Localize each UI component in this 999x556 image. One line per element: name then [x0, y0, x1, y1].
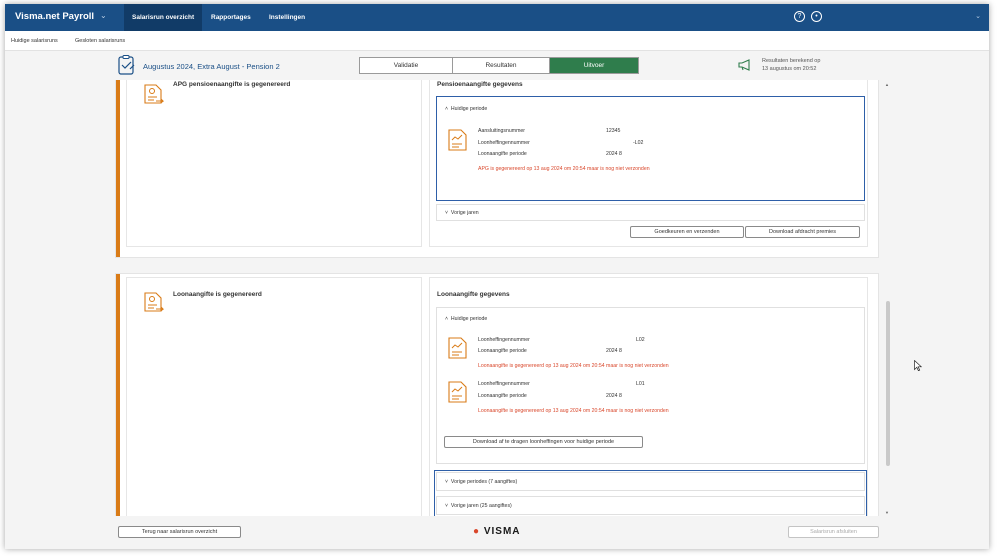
loonaangifte-current-head-label: Huidige periode	[450, 316, 488, 322]
megaphone-icon	[738, 59, 750, 71]
previous-periods-label: Vorige periodes (7 aangiftes)	[450, 479, 518, 485]
apg-current-head-label: Huidige periode	[450, 106, 488, 112]
previous-years-label: Vorige jaren (25 aangiftes)	[450, 503, 512, 509]
apg-current-period: ˄ Huidige periode Aansluitingsnummer 123…	[436, 96, 865, 201]
apg-details-panel: Pensioenaangifte gegevens ˄ Huidige peri…	[429, 80, 868, 247]
previous-periods-head: ˅ Vorige periodes (7 aangiftes)	[445, 479, 518, 485]
chevron-down-icon[interactable]: ⌄	[975, 12, 981, 20]
tab-resultaten[interactable]: Resultaten	[453, 58, 550, 73]
loon-row-value: L01	[636, 381, 645, 387]
breadcrumb-huidige-salarisruns[interactable]: Huidige salarisruns	[11, 38, 58, 44]
run-header: Augustus 2024, Extra August - Pension 2 …	[5, 52, 989, 80]
loonaangifte-current-period: ˄ Huidige periode Loonheffingennummer L0…	[436, 307, 865, 464]
app-brand[interactable]: Visma.net Payroll	[15, 11, 94, 22]
loon-warning: Loonaangifte is gegenereerd op 13 aug 20…	[478, 408, 669, 414]
loonaangifte-card-title: Loonaangifte is gegenereerd	[173, 291, 262, 298]
apg-current-head[interactable]: ˄ Huidige periode	[445, 106, 487, 112]
calc-line-2: 13 augustus om 20:52	[762, 66, 817, 72]
top-navigation: Visma.net Payroll ⌄ Salarisrun overzicht…	[5, 4, 989, 31]
apg-row-value: -L02	[633, 140, 644, 146]
loon-previous-years[interactable]: ˅ Vorige jaren (25 aangiftes)	[436, 496, 865, 515]
loonaangifte-details-panel: Loonaangifte gegevens ˄ Huidige periode …	[429, 277, 868, 516]
breadcrumb-gesloten-salarisruns[interactable]: Gesloten salarisruns	[75, 38, 125, 44]
output-content: APG pensioenaangifte is gegenereerd Pens…	[115, 80, 885, 516]
calculation-info: Resultaten berekend op 13 augustus om 20…	[762, 57, 820, 73]
loon-row-value: 2024 8	[606, 348, 622, 354]
footer-bar: Terug naar salarisrun overzicht ● VISMA …	[5, 519, 989, 549]
visma-logo-text: VISMA	[483, 526, 521, 537]
run-title: Augustus 2024, Extra August - Pension 2	[143, 62, 280, 71]
back-to-overview-button[interactable]: Terug naar salarisrun overzicht	[118, 526, 241, 538]
chart-document-icon	[448, 337, 467, 359]
tab-uitvoer[interactable]: Uitvoer	[550, 58, 638, 73]
loon-row-value: 2024 8	[606, 393, 622, 399]
chevron-down-icon[interactable]: ⌄	[100, 11, 107, 20]
apg-row-label: Aansluitingsnummer	[478, 128, 525, 134]
breadcrumb: Huidige salarisruns Gesloten salarisruns	[5, 31, 989, 51]
nav-salarisrun-overzicht[interactable]: Salarisrun overzicht	[124, 4, 203, 31]
calc-line-1: Resultaten berekend op	[762, 58, 821, 64]
chart-document-icon	[448, 381, 467, 403]
apg-summary-panel: APG pensioenaangifte is gegenereerd	[126, 80, 422, 247]
download-premiums-button[interactable]: Download afdracht premies	[745, 226, 860, 238]
help-icon[interactable]: ?	[794, 11, 805, 22]
loonaangifte-summary-panel: Loonaangifte is gegenereerd	[126, 277, 422, 516]
apg-warning: APG is gegenereerd op 13 aug 2024 om 20:…	[478, 166, 650, 172]
loon-row-label: Loonheffingennummer	[478, 381, 530, 387]
loon-row-value: L02	[636, 337, 645, 343]
apg-row-label: Loonaangifte periode	[478, 151, 527, 157]
apg-previous-years[interactable]: ˅ Vorige jaren	[436, 204, 865, 221]
apg-row-value: 12345	[606, 128, 621, 134]
loonaangifte-card: Loonaangifte is gegenereerd Loonaangifte…	[115, 273, 879, 516]
approve-send-button[interactable]: Goedkeuren en verzenden	[630, 226, 744, 238]
loon-previous-periods[interactable]: ˅ Vorige periodes (7 aangiftes)	[436, 472, 865, 491]
download-loonheffingen-button[interactable]: Download af te dragen loonheffingen voor…	[444, 436, 643, 448]
previous-years-head: ˅ Vorige jaren (25 aangiftes)	[445, 503, 512, 509]
app-window: Visma.net Payroll ⌄ Salarisrun overzicht…	[5, 4, 989, 549]
accessibility-icon[interactable]: •	[811, 11, 822, 22]
chart-document-icon	[448, 129, 467, 151]
nav-instellingen[interactable]: Instellingen	[261, 4, 313, 31]
document-icon	[144, 292, 164, 312]
apg-previous-head-label: Vorige jaren	[450, 210, 479, 216]
scroll-down-arrow[interactable]: ▼	[885, 510, 889, 515]
apg-panel-title: Pensioenaangifte gegevens	[437, 81, 523, 88]
card-accent	[116, 274, 120, 516]
loon-row-label: Loonaangifte periode	[478, 348, 527, 354]
tab-validatie[interactable]: Validatie	[360, 58, 453, 73]
visma-logo: ● VISMA	[473, 526, 521, 537]
apg-row-value: 2024 8	[606, 151, 622, 157]
document-icon	[144, 84, 164, 104]
apg-previous-head: ˅ Vorige jaren	[445, 210, 479, 216]
scrollbar-thumb[interactable]	[886, 301, 890, 466]
loon-row-label: Loonaangifte periode	[478, 393, 527, 399]
nav-rapportages[interactable]: Rapportages	[203, 4, 259, 31]
card-accent	[116, 80, 120, 257]
mouse-cursor-icon	[914, 360, 922, 371]
apg-card-title: APG pensioenaangifte is gegenereerd	[173, 81, 291, 88]
loonaangifte-panel-title: Loonaangifte gegevens	[437, 291, 510, 298]
loon-warning: Loonaangifte is gegenereerd op 13 aug 20…	[478, 363, 669, 369]
loonaangifte-current-head[interactable]: ˄ Huidige periode	[445, 316, 487, 322]
scroll-up-arrow[interactable]: ▲	[885, 82, 889, 87]
close-run-button[interactable]: Salarisrun afsluiten	[788, 526, 879, 538]
apg-row-label: Loonheffingennummer	[478, 140, 530, 146]
loon-row-label: Loonheffingennummer	[478, 337, 530, 343]
apg-card: APG pensioenaangifte is gegenereerd Pens…	[115, 80, 879, 258]
payroll-run-icon	[118, 55, 135, 75]
run-step-tabs: Validatie Resultaten Uitvoer	[359, 57, 639, 74]
